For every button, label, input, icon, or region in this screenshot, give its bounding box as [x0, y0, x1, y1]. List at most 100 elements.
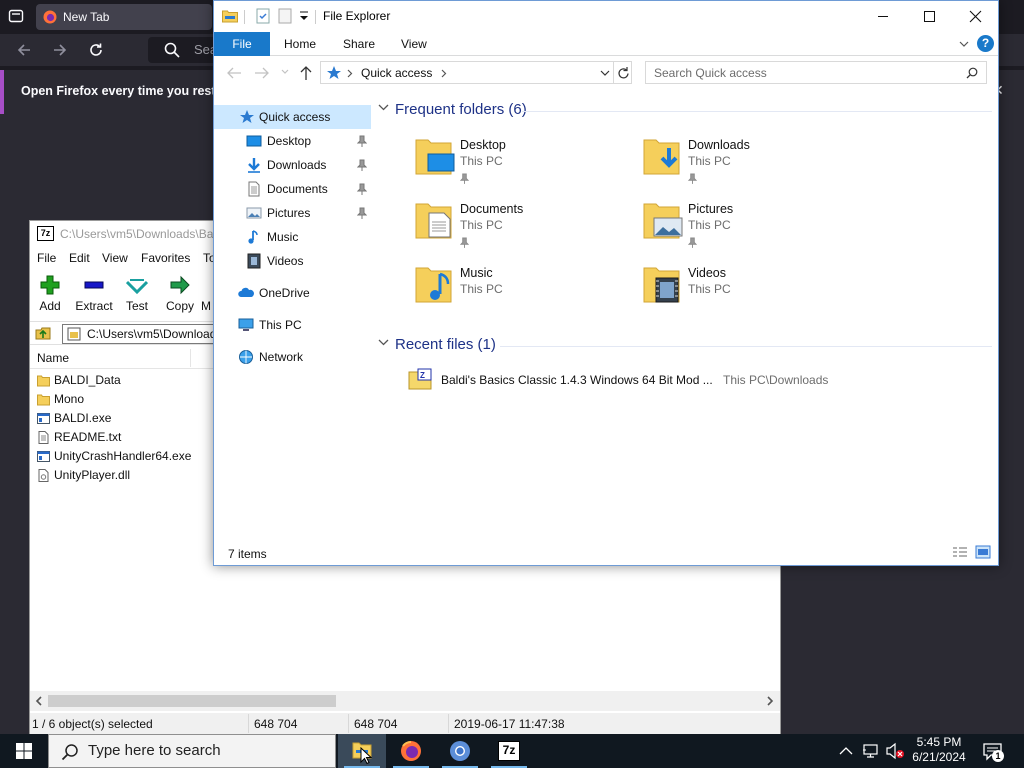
sidebar-item-music[interactable]: Music	[214, 225, 371, 249]
documents-icon	[248, 181, 260, 197]
test-button[interactable]: Test	[114, 274, 160, 313]
sidebar-item-desktop[interactable]: Desktop	[214, 129, 371, 153]
back-icon[interactable]	[16, 42, 32, 58]
tab-share[interactable]: Share	[343, 37, 375, 51]
forward-icon[interactable]	[52, 42, 68, 58]
taskbar-clock[interactable]: 5:45 PM 6/21/2024	[900, 734, 978, 768]
sidebar-item-this-pc[interactable]: This PC	[214, 313, 371, 337]
tab-file[interactable]: File	[214, 32, 270, 56]
quick-access-toolbar-dropdown-icon[interactable]	[299, 10, 309, 22]
address-dropdown-icon[interactable]	[600, 70, 610, 77]
sidebar-item-documents[interactable]: Documents	[214, 177, 371, 201]
sidebar-item-label: Videos	[267, 254, 304, 268]
network-status-icon[interactable]	[862, 742, 880, 760]
sidebar-item-pictures[interactable]: Pictures	[214, 201, 371, 225]
clock-time: 5:45 PM	[916, 735, 962, 749]
breadcrumb-chevron-icon[interactable]	[347, 69, 353, 78]
menu-favorites[interactable]: Favorites	[141, 251, 190, 265]
add-label: Add	[39, 299, 61, 313]
menu-view[interactable]: View	[102, 251, 128, 265]
plus-icon	[39, 274, 61, 296]
menu-edit[interactable]: Edit	[69, 251, 90, 265]
folder-icon	[37, 375, 50, 387]
sidebar-item-network[interactable]: Network	[214, 345, 371, 369]
frequent-folders-header[interactable]: Frequent folders (6)	[378, 101, 527, 118]
chevron-down-icon	[378, 104, 389, 111]
refresh-icon[interactable]	[617, 66, 630, 80]
move-label: M	[201, 299, 211, 313]
folder-tile-documents[interactable]: Documents This PC	[414, 198, 634, 254]
up-icon[interactable]	[299, 65, 313, 81]
taskbar-search-box[interactable]: Type here to search	[48, 734, 336, 768]
move-button[interactable]: M	[198, 274, 214, 313]
item-count: 7 items	[228, 547, 267, 561]
menu-file[interactable]: File	[37, 251, 56, 265]
folder-icon	[37, 394, 50, 406]
taskbar-firefox[interactable]	[387, 734, 435, 768]
show-hidden-icons-icon[interactable]	[839, 746, 853, 756]
maximize-button[interactable]	[906, 1, 952, 32]
notification-count-badge: 1	[992, 750, 1004, 762]
start-button[interactable]	[0, 734, 48, 768]
breadcrumb-quick-access[interactable]: Quick access	[361, 66, 432, 80]
taskbar-7zip[interactable]: 7z	[485, 734, 533, 768]
sidebar-item-onedrive[interactable]: OneDrive	[214, 281, 371, 305]
7zip-horizontal-scrollbar[interactable]	[30, 691, 780, 711]
forward-icon[interactable]	[254, 66, 270, 80]
details-view-icon[interactable]	[952, 546, 968, 560]
copy-button[interactable]: Copy	[157, 274, 203, 313]
taskbar-file-explorer[interactable]	[338, 734, 386, 768]
reload-icon[interactable]	[88, 42, 104, 58]
folder-up-icon[interactable]	[35, 325, 51, 341]
folder-tile-downloads[interactable]: Downloads This PC	[642, 134, 862, 190]
sidebar-item-downloads[interactable]: Downloads	[214, 153, 371, 177]
column-divider[interactable]	[190, 349, 191, 367]
sidebar-item-quick-access[interactable]: Quick access	[214, 105, 371, 129]
folder-tile-videos[interactable]: Videos This PC	[642, 262, 862, 318]
packed-size: 648 704	[354, 717, 398, 731]
search-icon	[164, 42, 180, 58]
tab-view[interactable]: View	[401, 37, 427, 51]
properties-icon[interactable]	[256, 8, 270, 24]
folder-name: Videos	[688, 266, 726, 280]
firefox-view-icon[interactable]	[8, 8, 24, 24]
breadcrumb-chevron-icon[interactable]	[441, 69, 447, 78]
help-icon[interactable]: ?	[977, 35, 994, 52]
expand-ribbon-icon[interactable]	[959, 40, 969, 48]
folder-name: Documents	[460, 202, 524, 216]
status-divider	[348, 714, 349, 733]
text-file-icon	[38, 431, 49, 444]
recent-locations-icon[interactable]	[281, 69, 289, 75]
recent-file-path: This PC\Downloads	[723, 373, 829, 387]
sidebar-item-videos[interactable]: Videos	[214, 249, 371, 273]
sidebar-item-label: Network	[259, 350, 304, 364]
folder-tile-desktop[interactable]: Desktop This PC	[414, 134, 634, 190]
minus-icon	[83, 274, 105, 296]
folder-tile-music[interactable]: Music This PC	[414, 262, 634, 318]
firefox-tab-new-tab[interactable]: New Tab	[36, 4, 212, 30]
scrollbar-thumb[interactable]	[48, 695, 336, 707]
search-box[interactable]: Search Quick access	[645, 61, 987, 84]
scroll-left-icon[interactable]	[35, 696, 43, 706]
taskbar-chromium[interactable]	[436, 734, 484, 768]
add-button[interactable]: Add	[27, 274, 73, 313]
close-button[interactable]	[952, 1, 998, 32]
column-name[interactable]: Name	[37, 351, 69, 365]
scroll-right-icon[interactable]	[766, 696, 774, 706]
action-center-button[interactable]: 1	[982, 741, 1004, 763]
dll-icon	[38, 469, 49, 482]
new-folder-icon[interactable]	[278, 8, 292, 24]
folder-tile-pictures[interactable]: Pictures This PC	[642, 198, 862, 254]
explorer-ribbon-tabs: File Home Share View ?	[214, 32, 998, 56]
extract-button[interactable]: Extract	[71, 274, 117, 313]
close-icon	[969, 10, 982, 23]
large-icons-view-icon[interactable]	[975, 545, 991, 559]
tab-home[interactable]: Home	[284, 37, 316, 51]
minimize-button[interactable]	[860, 1, 906, 32]
recent-file-row[interactable]: Z Baldi's Basics Classic 1.4.3 Windows 6…	[402, 368, 962, 392]
back-icon[interactable]	[226, 66, 242, 80]
file-name: BALDI.exe	[54, 411, 112, 425]
address-bar[interactable]: Quick access	[320, 61, 632, 84]
7zip-title: C:\Users\vm5\Downloads\Bal	[60, 227, 217, 241]
recent-files-header[interactable]: Recent files (1)	[378, 336, 496, 353]
